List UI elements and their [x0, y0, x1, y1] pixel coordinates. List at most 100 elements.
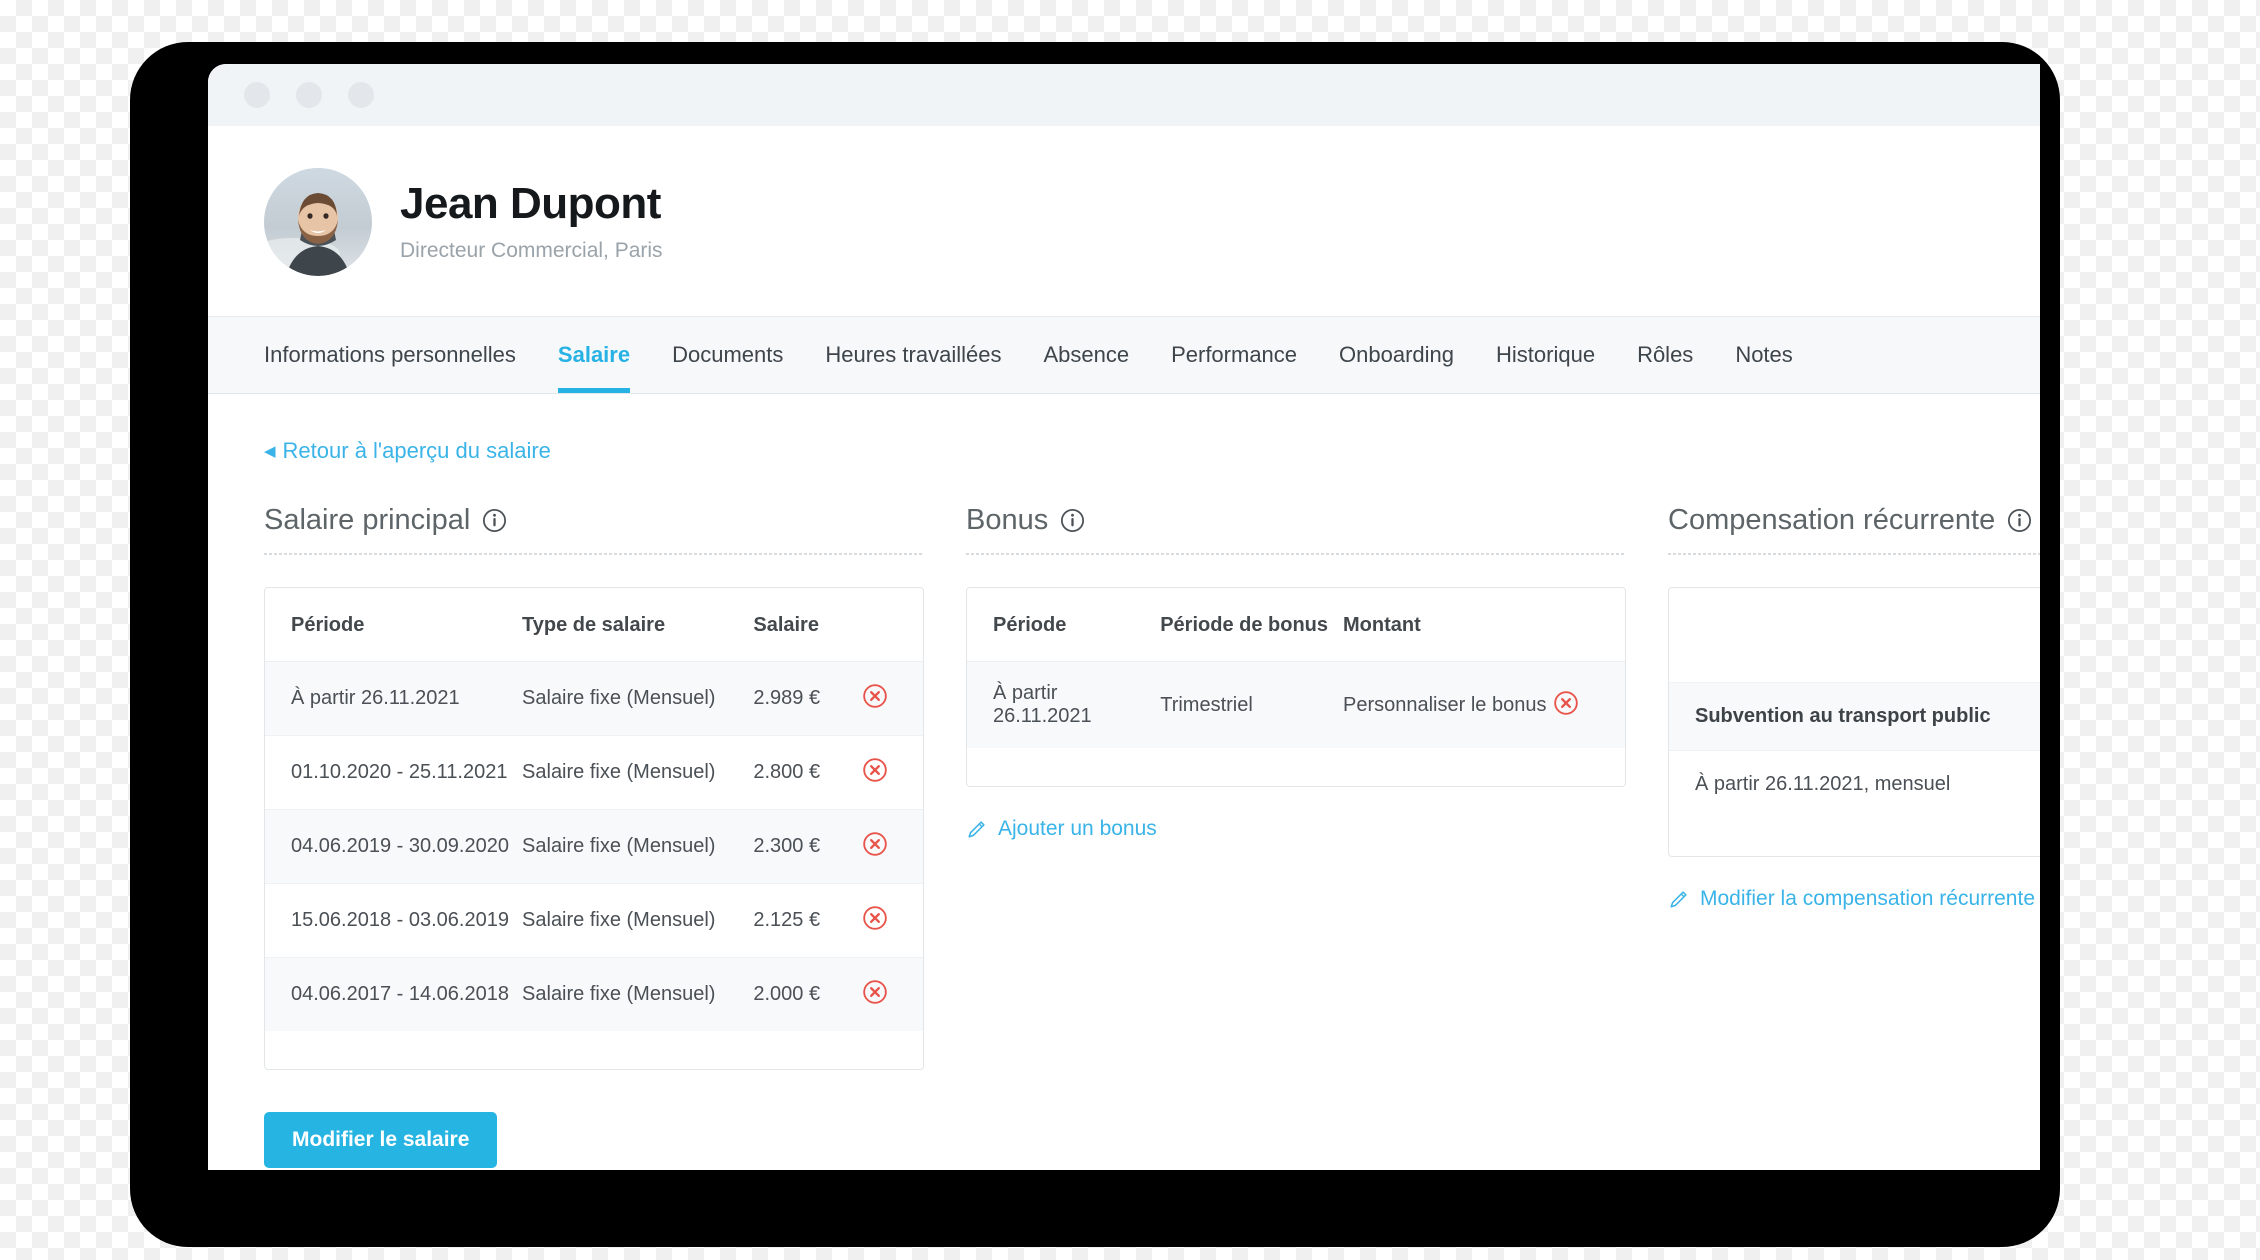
- salary-cell-period: 15.06.2018 - 03.06.2019: [291, 909, 509, 931]
- avatar: [264, 168, 372, 276]
- salary-cell-amount: 2.125 €: [753, 909, 821, 931]
- tab-roles[interactable]: Rôles: [1637, 317, 1693, 393]
- bonus-section-divider: [966, 553, 1626, 555]
- tab-informations-personnelles[interactable]: Informations personnelles: [264, 317, 516, 393]
- salary-cell-type: Salaire fixe (Mensuel): [522, 835, 716, 857]
- bonus-cell-amount: Personnaliser le bonus: [1342, 693, 1547, 716]
- tab-notes[interactable]: Notes: [1735, 317, 1792, 393]
- salary-card-footer-space: [265, 1031, 923, 1069]
- tab-salaire[interactable]: Salaire: [557, 317, 631, 393]
- tab-performance[interactable]: Performance: [1171, 317, 1297, 393]
- table-row: À partir 26.11.2021 Trimestriel Personna…: [967, 661, 1625, 749]
- delete-icon[interactable]: [861, 756, 889, 784]
- salary-cell-delete: [861, 662, 923, 736]
- salary-cell-type: Salaire fixe (Mensuel): [522, 761, 716, 783]
- salary-section-title: Salaire principal: [264, 504, 924, 553]
- info-icon[interactable]: [482, 508, 507, 533]
- salary-column: Salaire principal Période Type de salair…: [264, 504, 924, 1168]
- salary-cell-amount: 2.300 €: [753, 835, 821, 857]
- tab-bar: Informations personnelles Salaire Docume…: [208, 316, 2040, 394]
- minimize-dot[interactable]: [296, 82, 322, 108]
- recurring-compensation-column: Compensation récurrente Subvention au tr…: [1668, 504, 2040, 1168]
- recurring-cell-detail: À partir 26.11.2021, mensuel: [1695, 772, 1951, 795]
- bonus-section-title: Bonus: [966, 504, 1626, 553]
- recurring-blank-header-cell: [1669, 588, 2040, 682]
- bonus-table-head: Période Période de bonus Montant: [967, 588, 1625, 662]
- salary-col-type: Type de salaire: [522, 614, 666, 636]
- delete-icon[interactable]: [861, 682, 889, 710]
- back-link-label: Retour à l'aperçu du salaire: [282, 438, 551, 463]
- bonus-cell-bonus-period: Trimestriel: [1160, 693, 1253, 716]
- close-dot[interactable]: [244, 82, 270, 108]
- bonus-col-periode-bonus: Période de bonus: [1160, 614, 1329, 636]
- add-bonus-label: Ajouter un bonus: [998, 817, 1157, 840]
- salary-table: Période Type de salaire Salaire À partir…: [265, 588, 923, 1031]
- salary-header-row: Période Type de salaire Salaire: [265, 588, 923, 662]
- bonus-table-body: À partir 26.11.2021 Trimestriel Personna…: [967, 661, 1625, 749]
- salary-col-actions: [861, 588, 923, 662]
- table-row: À partir 26.11.2021 Salaire fixe (Mensue…: [265, 661, 923, 736]
- delete-icon[interactable]: [861, 904, 889, 932]
- salary-card: Période Type de salaire Salaire À partir…: [264, 587, 924, 1070]
- tab-absence[interactable]: Absence: [1043, 317, 1129, 393]
- page-title: Jean Dupont: [400, 179, 661, 229]
- salary-cell-delete: [861, 736, 923, 810]
- delete-icon[interactable]: [861, 830, 889, 858]
- salary-cell-period: À partir 26.11.2021: [291, 687, 460, 709]
- table-row: Subvention au transport public: [1669, 682, 2040, 750]
- info-icon[interactable]: [2007, 508, 2032, 533]
- bonus-col-periode: Période: [993, 614, 1067, 636]
- salary-cell-type: Salaire fixe (Mensuel): [522, 983, 716, 1005]
- main-content: ◀ Retour à l'aperçu du salaire Salaire p…: [208, 394, 2040, 1170]
- salary-cell-type: Salaire fixe (Mensuel): [522, 687, 716, 709]
- table-row: À partir 26.11.2021, mensuel: [1669, 750, 2040, 818]
- bonus-col-montant: Montant: [1342, 614, 1421, 636]
- recurring-table: Subvention au transport public À partir …: [1669, 588, 2040, 818]
- info-icon[interactable]: [1060, 508, 1085, 533]
- salary-cell-amount: 2.000 €: [753, 983, 821, 1005]
- salary-cell-period: 04.06.2017 - 14.06.2018: [291, 983, 509, 1005]
- tab-historique[interactable]: Historique: [1496, 317, 1595, 393]
- delete-icon[interactable]: [1552, 689, 1580, 717]
- window-titlebar: [208, 64, 2040, 126]
- salary-cell-type: Salaire fixe (Mensuel): [522, 909, 716, 931]
- profile-header: Jean Dupont Directeur Commercial, Paris: [208, 126, 2040, 316]
- maximize-dot[interactable]: [348, 82, 374, 108]
- salary-section-divider: [264, 553, 924, 555]
- salary-cell-amount: 2.989 €: [753, 687, 821, 709]
- bonus-card: Période Période de bonus Montant À parti…: [966, 587, 1626, 787]
- edit-recurring-compensation-link[interactable]: Modifier la compensation récurrente: [1668, 887, 2035, 911]
- salary-section-title-label: Salaire principal: [264, 504, 471, 536]
- back-to-salary-overview-link[interactable]: ◀ Retour à l'aperçu du salaire: [264, 438, 551, 464]
- back-caret-icon: ◀: [264, 442, 276, 460]
- salary-cell-amount: 2.800 €: [753, 761, 821, 783]
- browser-window: Jean Dupont Directeur Commercial, Paris …: [208, 64, 2040, 1170]
- table-row: 01.10.2020 - 25.11.2021 Salaire fixe (Me…: [265, 736, 923, 810]
- profile-role: Directeur Commercial, Paris: [400, 238, 663, 262]
- recurring-card: Subvention au transport public À partir …: [1668, 587, 2040, 857]
- tab-heures-travaillees[interactable]: Heures travaillées: [825, 317, 1001, 393]
- salary-cell-delete: [861, 958, 923, 1032]
- salary-table-body: À partir 26.11.2021 Salaire fixe (Mensue…: [265, 661, 923, 1032]
- edit-recurring-label: Modifier la compensation récurrente: [1700, 886, 2035, 910]
- salary-cell-delete: [861, 884, 923, 958]
- table-row: 15.06.2018 - 03.06.2019 Salaire fixe (Me…: [265, 884, 923, 958]
- bonus-table: Période Période de bonus Montant À parti…: [967, 588, 1625, 748]
- recurring-cell-name: Subvention au transport public: [1695, 704, 1991, 727]
- bonus-header-row: Période Période de bonus Montant: [967, 588, 1625, 662]
- bonus-cell-delete: [1552, 662, 1625, 749]
- salary-columns: Salaire principal Période Type de salair…: [264, 504, 2040, 1168]
- delete-icon[interactable]: [861, 978, 889, 1006]
- bonus-card-footer-space: [967, 748, 1625, 786]
- tab-documents[interactable]: Documents: [672, 317, 783, 393]
- recurring-card-footer-space: [1669, 818, 2040, 856]
- recurring-section-divider: [1668, 553, 2040, 555]
- profile-text: Jean Dupont Directeur Commercial, Paris: [400, 181, 663, 262]
- salary-cell-period: 04.06.2019 - 30.09.2020: [291, 835, 509, 857]
- bonus-cell-period: À partir 26.11.2021: [993, 682, 1092, 727]
- edit-salary-button[interactable]: Modifier le salaire: [264, 1112, 498, 1168]
- salary-col-periode: Période: [291, 614, 365, 636]
- add-bonus-link[interactable]: Ajouter un bonus: [966, 817, 1157, 841]
- tab-onboarding[interactable]: Onboarding: [1339, 317, 1454, 393]
- pencil-icon: [966, 818, 988, 840]
